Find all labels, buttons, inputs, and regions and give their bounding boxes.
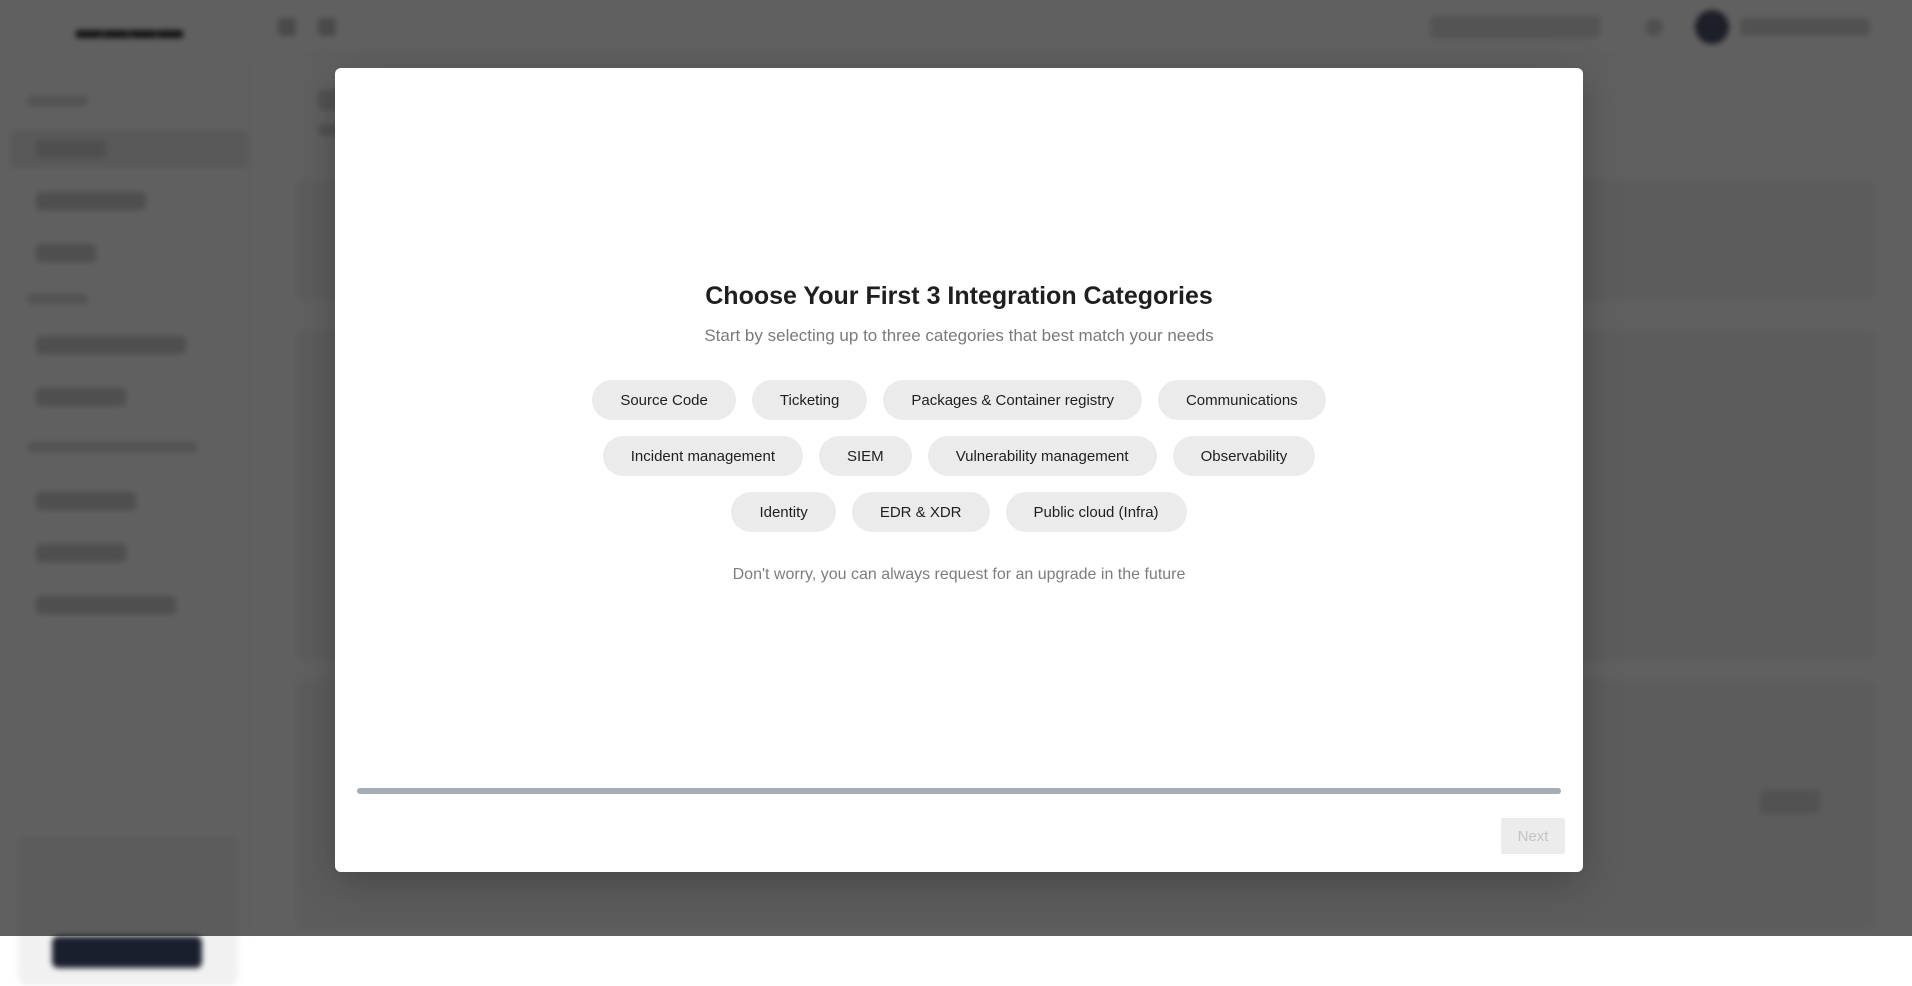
category-chip-communications[interactable]: Communications [1157,380,1326,420]
next-button[interactable]: Next [1501,818,1565,854]
category-chip-ticketing[interactable]: Ticketing [751,380,868,420]
category-chips: Source Code Ticketing Packages & Contain… [335,380,1583,532]
integration-categories-modal: Choose Your First 3 Integration Categori… [335,68,1583,872]
promo-button [52,936,202,968]
category-chip-packages-container-registry[interactable]: Packages & Container registry [883,380,1142,420]
category-chip-vulnerability-management[interactable]: Vulnerability management [927,436,1157,476]
category-chip-incident-management[interactable]: Incident management [602,436,803,476]
chip-row-1: Source Code Ticketing Packages & Contain… [592,380,1326,420]
progress-fill [357,788,1561,794]
upgrade-note: Don't worry, you can always request for … [732,566,1186,583]
modal-title: Choose Your First 3 Integration Categori… [705,282,1213,310]
category-chip-siem[interactable]: SIEM [819,436,912,476]
category-chip-identity[interactable]: Identity [731,492,836,532]
chip-row-3: Identity EDR & XDR Public cloud (Infra) [731,492,1187,532]
category-chip-edr-xdr[interactable]: EDR & XDR [851,492,990,532]
category-chip-observability[interactable]: Observability [1172,436,1316,476]
progress-bar [357,788,1561,794]
chip-row-2: Incident management SIEM Vulnerability m… [602,436,1316,476]
category-chip-public-cloud[interactable]: Public cloud (Infra) [1005,492,1187,532]
modal-subtitle: Start by selecting up to three categorie… [704,326,1214,345]
category-chip-source-code[interactable]: Source Code [592,380,736,420]
